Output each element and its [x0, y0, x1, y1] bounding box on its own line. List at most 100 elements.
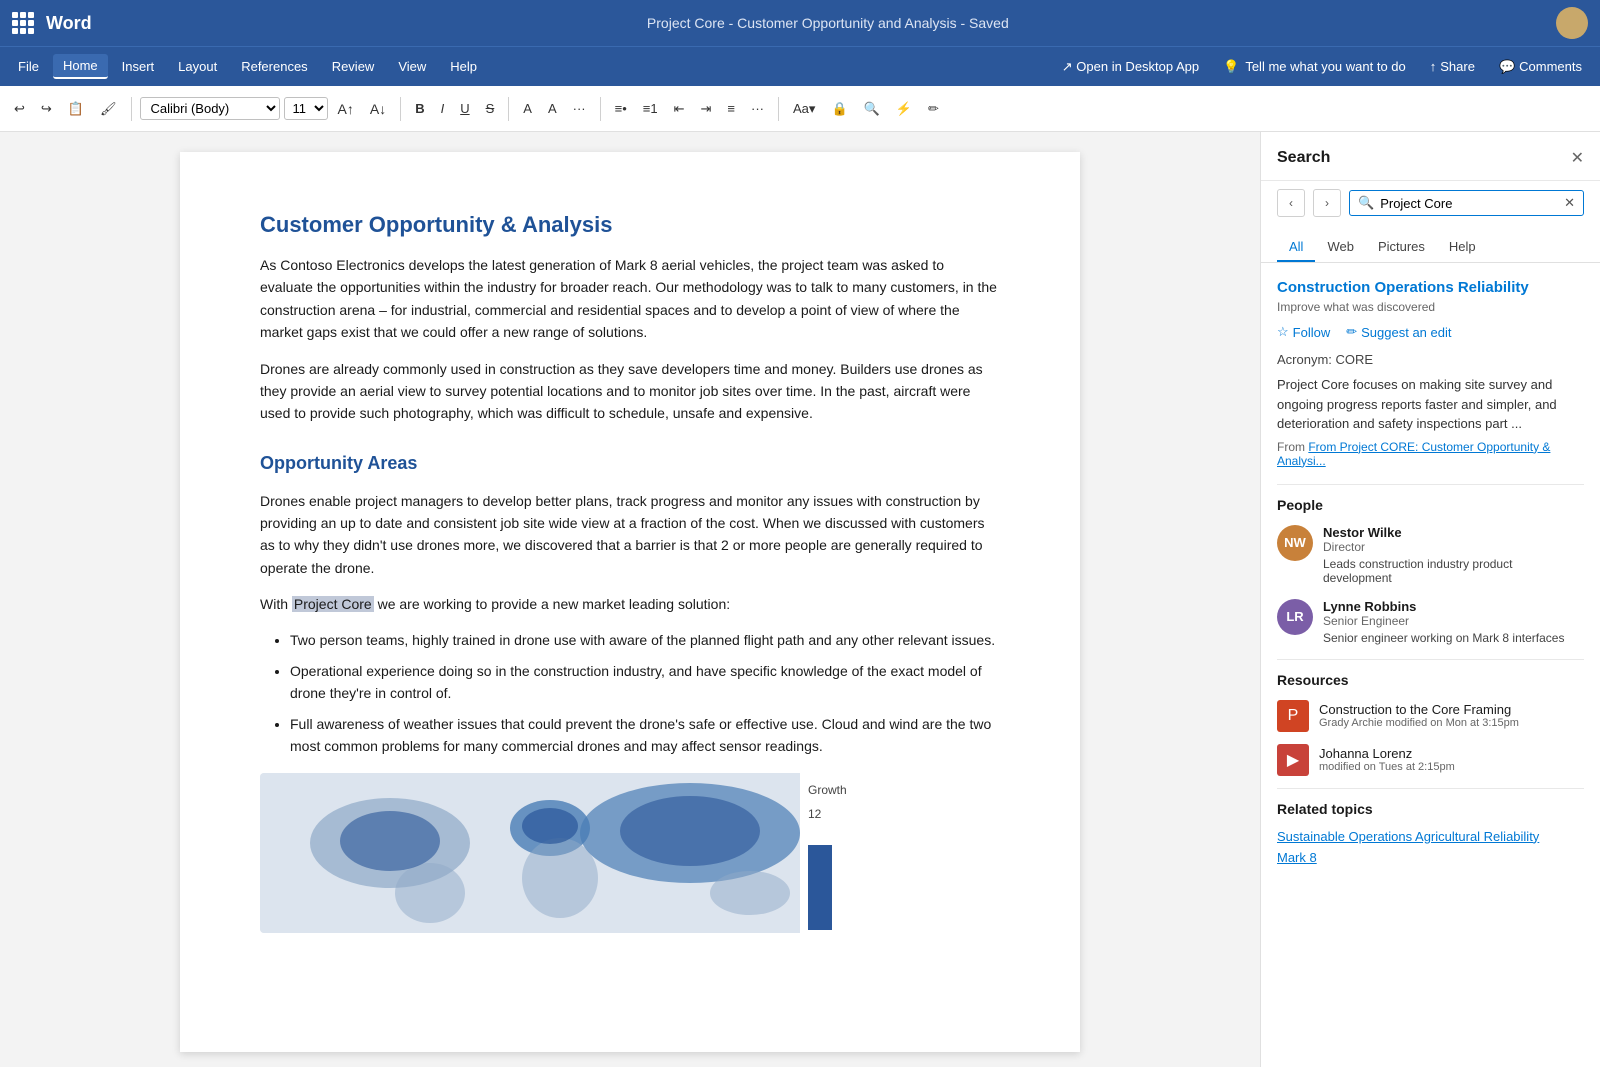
- search-icon: 🔍: [1358, 195, 1374, 211]
- menu-layout[interactable]: Layout: [168, 55, 227, 78]
- paragraph-3: Drones enable project managers to develo…: [260, 490, 1000, 580]
- strikethrough-button[interactable]: S: [480, 97, 501, 120]
- menu-home[interactable]: Home: [53, 54, 108, 79]
- resource-pptx: P Construction to the Core Framing Grady…: [1277, 700, 1584, 732]
- numbered-list-button[interactable]: ≡1: [637, 97, 664, 120]
- sensitivity-button[interactable]: 🔒: [825, 97, 853, 121]
- related-link-2[interactable]: Mark 8: [1277, 850, 1584, 865]
- people-section-title: People: [1277, 497, 1584, 513]
- redo-button[interactable]: ↪: [35, 97, 58, 121]
- divider4: [600, 97, 601, 121]
- person-avatar-lynne: LR: [1277, 599, 1313, 635]
- lightbulb-icon: 💡: [1223, 59, 1239, 75]
- resource-info-video: Johanna Lorenz modified on Tues at 2:15p…: [1319, 746, 1455, 773]
- menu-review[interactable]: Review: [322, 55, 385, 78]
- search-panel-title: Search: [1277, 149, 1330, 167]
- result-main-title[interactable]: Construction Operations Reliability: [1277, 279, 1584, 296]
- more-font-button[interactable]: ···: [567, 97, 592, 120]
- undo-button[interactable]: ↩: [8, 97, 31, 121]
- share-button[interactable]: ↑ Share: [1420, 55, 1485, 78]
- follow-button[interactable]: ☆ Follow: [1277, 324, 1330, 340]
- waffle-icon[interactable]: [12, 12, 34, 34]
- alignment-button[interactable]: ≡: [721, 97, 741, 120]
- paragraph-1: As Contoso Electronics develops the late…: [260, 254, 1000, 344]
- divider: [131, 97, 132, 121]
- result-source-link[interactable]: From Project CORE: Customer Opportunity …: [1277, 440, 1550, 468]
- designer-button[interactable]: ✏: [922, 97, 945, 121]
- resource-meta-video: modified on Tues at 2:15pm: [1319, 761, 1455, 773]
- tell-me-input[interactable]: 💡 Tell me what you want to do: [1213, 55, 1416, 79]
- lightning-button[interactable]: ⚡: [890, 97, 918, 121]
- font-name-select[interactable]: Calibri (Body): [140, 97, 280, 120]
- search-clear-button[interactable]: ✕: [1564, 195, 1575, 211]
- person-name-lynne[interactable]: Lynne Robbins: [1323, 599, 1564, 614]
- project-core-highlight: Project Core: [292, 596, 374, 612]
- open-desktop-button[interactable]: ↗ Open in Desktop App: [1052, 55, 1209, 79]
- person-info-nestor: Nestor Wilke Director Leads construction…: [1323, 525, 1584, 585]
- main-layout: Customer Opportunity & Analysis As Conto…: [0, 132, 1600, 1067]
- person-desc-nestor: Leads construction industry product deve…: [1323, 557, 1584, 585]
- format-painter-button[interactable]: 🖌: [94, 97, 123, 121]
- menu-file[interactable]: File: [8, 55, 49, 78]
- italic-button[interactable]: I: [435, 97, 451, 120]
- search-button[interactable]: 🔍: [858, 97, 886, 121]
- person-info-lynne: Lynne Robbins Senior Engineer Senior eng…: [1323, 599, 1564, 645]
- search-close-button[interactable]: ✕: [1571, 148, 1584, 168]
- heading-opportunity-areas: Opportunity Areas: [260, 449, 1000, 478]
- font-size-select[interactable]: 11: [284, 97, 328, 120]
- search-nav-back[interactable]: ‹: [1277, 189, 1305, 217]
- resource-name-pptx[interactable]: Construction to the Core Framing: [1319, 702, 1519, 717]
- person-name-nestor[interactable]: Nestor Wilke: [1323, 525, 1584, 540]
- doc-title: Project Core - Customer Opportunity and …: [112, 15, 1544, 31]
- person-lynne: LR Lynne Robbins Senior Engineer Senior …: [1277, 599, 1584, 645]
- menu-insert[interactable]: Insert: [112, 55, 165, 78]
- decrease-indent-button[interactable]: ⇤: [668, 97, 691, 121]
- related-link-1[interactable]: Sustainable Operations Agricultural Reli…: [1277, 829, 1584, 844]
- bullet-3: Full awareness of weather issues that co…: [290, 713, 1000, 758]
- avatar[interactable]: [1556, 7, 1588, 39]
- menu-help[interactable]: Help: [440, 55, 487, 78]
- more-para-button[interactable]: ···: [745, 97, 770, 120]
- bar-1: [808, 845, 832, 930]
- tab-help[interactable]: Help: [1437, 233, 1488, 262]
- font-color-button[interactable]: A: [542, 97, 563, 120]
- search-input[interactable]: [1380, 196, 1564, 211]
- search-nav-forward[interactable]: ›: [1313, 189, 1341, 217]
- share-icon: ↑: [1430, 59, 1437, 74]
- divider5: [778, 97, 779, 121]
- tab-pictures[interactable]: Pictures: [1366, 233, 1437, 262]
- bullet-list-button[interactable]: ≡•: [609, 97, 633, 120]
- person-role-lynne: Senior Engineer: [1323, 614, 1564, 628]
- bold-button[interactable]: B: [409, 97, 430, 120]
- paragraph-4: With Project Core we are working to prov…: [260, 593, 1000, 615]
- result-actions: ☆ Follow ✏ Suggest an edit: [1277, 324, 1584, 340]
- resource-name-video[interactable]: Johanna Lorenz: [1319, 746, 1455, 761]
- highlight-color-button[interactable]: A: [517, 97, 538, 120]
- underline-button[interactable]: U: [454, 97, 475, 120]
- menu-view[interactable]: View: [388, 55, 436, 78]
- document-area[interactable]: Customer Opportunity & Analysis As Conto…: [0, 132, 1260, 1067]
- font-increase-button[interactable]: A↑: [332, 97, 360, 121]
- comments-button[interactable]: 💬 Comments: [1489, 55, 1592, 79]
- menu-references[interactable]: References: [231, 55, 317, 78]
- paragraph-2: Drones are already commonly used in cons…: [260, 358, 1000, 425]
- suggest-edit-button[interactable]: ✏ Suggest an edit: [1346, 324, 1451, 340]
- font-decrease-button[interactable]: A↓: [364, 97, 392, 121]
- map-svg: [260, 773, 840, 933]
- search-tabs: All Web Pictures Help: [1261, 225, 1600, 263]
- tab-all[interactable]: All: [1277, 233, 1315, 262]
- open-desktop-icon: ↗: [1062, 59, 1073, 74]
- styles-button[interactable]: Aa▾: [787, 97, 821, 121]
- result-source: From From Project CORE: Customer Opportu…: [1277, 440, 1584, 468]
- result-subtitle: Improve what was discovered: [1277, 300, 1584, 314]
- app-name: Word: [46, 13, 92, 34]
- mp4-icon: ▶: [1277, 744, 1309, 776]
- related-section-title: Related topics: [1277, 801, 1584, 817]
- clipboard-button[interactable]: 📋: [62, 97, 90, 121]
- search-nav: ‹ › 🔍 ✕: [1261, 181, 1600, 225]
- tab-web[interactable]: Web: [1315, 233, 1366, 262]
- increase-indent-button[interactable]: ⇥: [695, 97, 718, 121]
- person-nestor: NW Nestor Wilke Director Leads construct…: [1277, 525, 1584, 585]
- bullet-1: Two person teams, highly trained in dron…: [290, 629, 1000, 651]
- result-description: Project Core focuses on making site surv…: [1277, 375, 1584, 434]
